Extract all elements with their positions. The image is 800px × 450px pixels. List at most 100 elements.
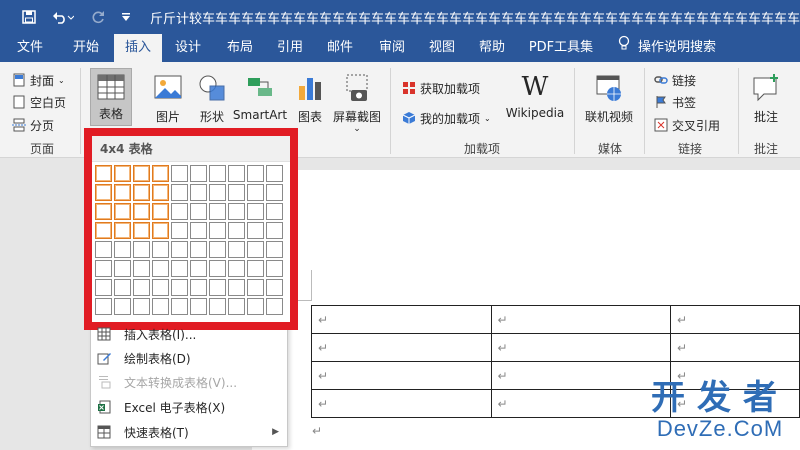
- grid-cell[interactable]: [171, 222, 188, 239]
- grid-cell[interactable]: [209, 241, 226, 258]
- online-video-button[interactable]: 联机视频: [582, 68, 636, 125]
- grid-cell[interactable]: [95, 298, 112, 315]
- grid-cell[interactable]: [228, 165, 245, 182]
- grid-cell[interactable]: [133, 279, 150, 296]
- tab-pdf-tools[interactable]: PDF工具集: [524, 34, 598, 62]
- grid-cell[interactable]: [114, 260, 131, 277]
- grid-cell[interactable]: [95, 203, 112, 220]
- tab-view[interactable]: 视图: [420, 34, 464, 62]
- grid-cell[interactable]: [209, 184, 226, 201]
- wikipedia-button[interactable]: W Wikipedia: [504, 68, 566, 120]
- grid-cell[interactable]: [190, 279, 207, 296]
- grid-cell[interactable]: [266, 241, 283, 258]
- grid-cell[interactable]: [247, 260, 264, 277]
- grid-cell[interactable]: [190, 260, 207, 277]
- grid-cell[interactable]: [152, 279, 169, 296]
- grid-cell[interactable]: [228, 279, 245, 296]
- table-cell[interactable]: ↵: [311, 361, 492, 390]
- grid-cell[interactable]: [190, 222, 207, 239]
- undo-icon[interactable]: [48, 6, 78, 28]
- grid-cell[interactable]: [228, 184, 245, 201]
- comment-button[interactable]: 批注: [746, 68, 786, 125]
- grid-cell[interactable]: [133, 222, 150, 239]
- tab-mailings[interactable]: 邮件: [318, 34, 362, 62]
- grid-cell[interactable]: [133, 298, 150, 315]
- grid-cell[interactable]: [266, 279, 283, 296]
- grid-cell[interactable]: [95, 241, 112, 258]
- grid-cell[interactable]: [114, 222, 131, 239]
- grid-cell[interactable]: [247, 298, 264, 315]
- grid-cell[interactable]: [190, 298, 207, 315]
- grid-cell[interactable]: [190, 203, 207, 220]
- get-addins-button[interactable]: 获取加载项: [402, 78, 480, 98]
- table-cell[interactable]: ↵: [311, 305, 492, 334]
- grid-cell[interactable]: [133, 184, 150, 201]
- table-cell[interactable]: ↵: [490, 305, 671, 334]
- grid-cell[interactable]: [114, 241, 131, 258]
- grid-cell[interactable]: [266, 222, 283, 239]
- grid-cell[interactable]: [95, 260, 112, 277]
- grid-cell[interactable]: [209, 222, 226, 239]
- grid-cell[interactable]: [190, 241, 207, 258]
- grid-cell[interactable]: [228, 241, 245, 258]
- tab-references[interactable]: 引用: [268, 34, 312, 62]
- grid-cell[interactable]: [247, 241, 264, 258]
- grid-cell[interactable]: [228, 222, 245, 239]
- tab-help[interactable]: 帮助: [470, 34, 514, 62]
- table-cell[interactable]: ↵: [311, 333, 492, 362]
- grid-cell[interactable]: [171, 279, 188, 296]
- tab-design[interactable]: 设计: [166, 34, 210, 62]
- grid-cell[interactable]: [266, 165, 283, 182]
- cover-page-button[interactable]: 封面 ⌄: [12, 70, 65, 90]
- grid-cell[interactable]: [209, 298, 226, 315]
- grid-cell[interactable]: [152, 184, 169, 201]
- save-icon[interactable]: [18, 6, 40, 28]
- grid-cell[interactable]: [190, 184, 207, 201]
- grid-cell[interactable]: [171, 298, 188, 315]
- grid-cell[interactable]: [114, 165, 131, 182]
- grid-cell[interactable]: [228, 203, 245, 220]
- tab-home[interactable]: 开始: [60, 34, 112, 62]
- grid-cell[interactable]: [209, 203, 226, 220]
- page-break-button[interactable]: 分页: [12, 115, 54, 135]
- smartart-button[interactable]: SmartArt: [232, 68, 288, 122]
- grid-cell[interactable]: [114, 184, 131, 201]
- tell-me-search[interactable]: 操作说明搜索: [618, 34, 716, 62]
- grid-cell[interactable]: [247, 279, 264, 296]
- grid-cell[interactable]: [171, 165, 188, 182]
- menu-draw-table[interactable]: 绘制表格(D): [91, 346, 287, 370]
- grid-cell[interactable]: [114, 203, 131, 220]
- bookmark-button[interactable]: 书签: [654, 92, 696, 112]
- grid-cell[interactable]: [152, 203, 169, 220]
- picture-button[interactable]: 图片: [148, 68, 188, 125]
- menu-excel-spreadsheet[interactable]: Excel 电子表格(X): [91, 395, 287, 419]
- grid-cell[interactable]: [133, 165, 150, 182]
- cross-reference-button[interactable]: 交叉引用: [654, 115, 720, 135]
- screenshot-button[interactable]: 屏幕截图 ⌄: [330, 68, 384, 134]
- redo-icon[interactable]: [88, 6, 108, 28]
- grid-cell[interactable]: [171, 184, 188, 201]
- grid-cell[interactable]: [171, 241, 188, 258]
- grid-cell[interactable]: [95, 222, 112, 239]
- grid-cell[interactable]: [133, 203, 150, 220]
- grid-cell[interactable]: [266, 203, 283, 220]
- grid-cell[interactable]: [95, 165, 112, 182]
- table-cell[interactable]: ↵: [311, 389, 492, 418]
- grid-cell[interactable]: [209, 260, 226, 277]
- shapes-button[interactable]: 形状: [192, 68, 232, 125]
- grid-cell[interactable]: [228, 298, 245, 315]
- grid-cell[interactable]: [95, 279, 112, 296]
- grid-cell[interactable]: [209, 279, 226, 296]
- grid-cell[interactable]: [114, 298, 131, 315]
- grid-cell[interactable]: [247, 222, 264, 239]
- my-addins-button[interactable]: 我的加载项 ⌄: [402, 108, 491, 128]
- grid-cell[interactable]: [133, 241, 150, 258]
- grid-cell[interactable]: [247, 203, 264, 220]
- table-cell[interactable]: ↵: [490, 333, 671, 362]
- grid-cell[interactable]: [95, 184, 112, 201]
- grid-cell[interactable]: [114, 279, 131, 296]
- table-button[interactable]: 表格: [90, 68, 132, 126]
- tab-insert[interactable]: 插入: [114, 34, 162, 62]
- tab-review[interactable]: 审阅: [370, 34, 414, 62]
- blank-page-button[interactable]: 空白页: [12, 92, 66, 112]
